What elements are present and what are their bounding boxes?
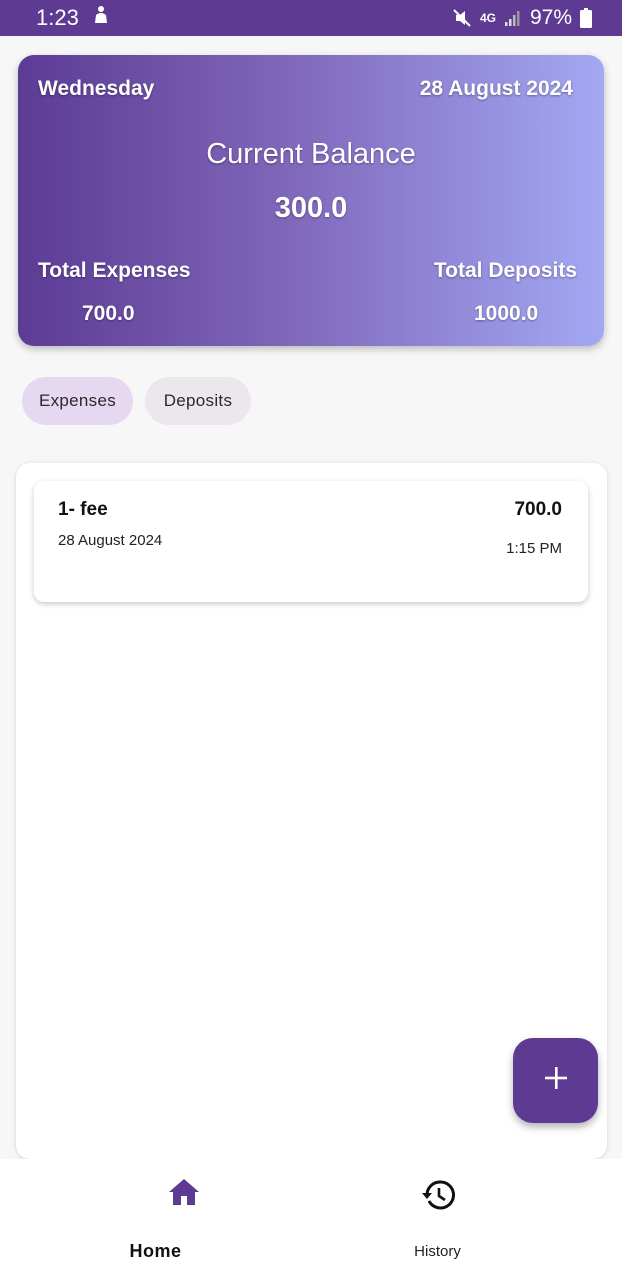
add-transaction-button[interactable]	[513, 1038, 598, 1123]
transaction-amount: 700.0	[514, 499, 562, 520]
date-label: 28 August 2024	[419, 77, 573, 100]
mute-icon	[452, 8, 472, 28]
status-time: 1:23	[36, 5, 79, 30]
network-type: 4G	[479, 11, 496, 25]
nav-history[interactable]: History	[282, 1159, 593, 1280]
history-icon	[421, 1179, 455, 1216]
battery-icon	[580, 8, 592, 28]
transaction-date: 28 August 2024	[58, 532, 163, 549]
balance-card: Wednesday 28 August 2024 Current Balance…	[18, 55, 604, 346]
tab-expenses[interactable]: Expenses	[22, 377, 133, 425]
tab-deposits[interactable]: Deposits	[145, 377, 251, 425]
battery-text: 97%	[529, 6, 572, 29]
status-bar: 1:23 4G 97%	[0, 0, 622, 36]
total-expenses-label: Total Expenses	[38, 259, 191, 282]
status-left: 1:23	[36, 5, 109, 31]
bottom-nav: Home History	[0, 1159, 622, 1280]
nav-history-label: History	[414, 1243, 461, 1260]
current-balance-label: Current Balance	[206, 138, 416, 170]
current-balance-value: 300.0	[274, 192, 348, 224]
home-icon	[168, 1177, 200, 1212]
list-item[interactable]: 1- fee 28 August 2024 700.0 1:15 PM	[34, 481, 588, 602]
signal-icon	[504, 9, 522, 27]
notification-icon	[93, 5, 109, 31]
total-expenses-value: 700.0	[82, 302, 135, 325]
total-deposits-label: Total Deposits	[433, 259, 577, 282]
total-deposits-value: 1000.0	[474, 302, 539, 325]
status-right: 4G 97%	[452, 6, 592, 30]
day-label: Wednesday	[38, 77, 155, 100]
plus-icon	[543, 1065, 569, 1096]
nav-home-label: Home	[129, 1241, 182, 1261]
transaction-title: 1- fee	[58, 499, 108, 520]
transaction-time: 1:15 PM	[506, 540, 562, 557]
